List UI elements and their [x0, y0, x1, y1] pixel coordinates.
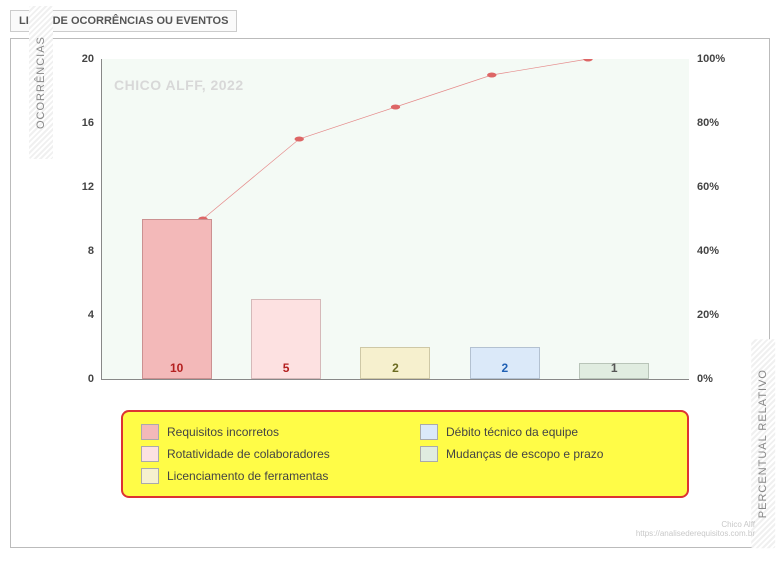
credit-name: Chico Alff: [636, 520, 755, 530]
bar-wrap: 2: [360, 347, 430, 379]
ytick-right: 40%: [689, 245, 719, 257]
legend-item: Rotatividade de colaboradores: [141, 446, 390, 462]
ytick-right: 100%: [689, 53, 725, 65]
legend-item: Débito técnico da equipe: [420, 424, 669, 440]
bar-wrap: 1: [579, 363, 649, 379]
legend-item: Mudanças de escopo e prazo: [420, 446, 669, 462]
ytick-left: 12: [82, 181, 102, 193]
ytick-right: 0%: [689, 373, 713, 385]
plot-area: CHICO ALFF, 2022 105221 0481216200%20%40…: [101, 59, 689, 380]
legend-label: Licenciamento de ferramentas: [167, 469, 328, 483]
legend-label: Mudanças de escopo e prazo: [446, 447, 603, 461]
ytick-left: 16: [82, 117, 102, 129]
ytick-left: 4: [88, 309, 102, 321]
bar-value-label: 5: [283, 361, 290, 375]
bar: [142, 219, 212, 379]
legend-swatch: [141, 424, 159, 440]
legend-swatch: [420, 424, 438, 440]
y-axis-left-label: OCORRÊNCIAS: [29, 6, 53, 159]
y-axis-right-label: PERCENTUAL RELATIVO: [751, 339, 775, 548]
bar-value-label: 10: [170, 361, 183, 375]
ytick-right: 80%: [689, 117, 719, 129]
bar-wrap: 5: [251, 299, 321, 379]
legend: Requisitos incorretos Débito técnico da e…: [121, 410, 689, 498]
legend-swatch: [141, 446, 159, 462]
footer-credit: Chico Alff https://analisederequisitos.c…: [636, 520, 755, 539]
ytick-right: 60%: [689, 181, 719, 193]
ytick-left: 8: [88, 245, 102, 257]
legend-item: Requisitos incorretos: [141, 424, 390, 440]
ytick-left: 20: [82, 53, 102, 65]
legend-label: Requisitos incorretos: [167, 425, 279, 439]
legend-swatch: [420, 446, 438, 462]
bar-wrap: 2: [470, 347, 540, 379]
bar-value-label: 1: [611, 361, 618, 375]
legend-label: Débito técnico da equipe: [446, 425, 578, 439]
bars-container: 10 5 2 2 1: [102, 59, 689, 379]
legend-label: Rotatividade de colaboradores: [167, 447, 330, 461]
chart-frame: OCORRÊNCIAS PERCENTUAL RELATIVO CHICO AL…: [10, 38, 770, 548]
ytick-right: 20%: [689, 309, 719, 321]
legend-swatch: [141, 468, 159, 484]
bar-value-label: 2: [392, 361, 399, 375]
ytick-left: 0: [88, 373, 102, 385]
bar-value-label: 2: [502, 361, 509, 375]
bar-wrap: 10: [142, 219, 212, 379]
credit-url: https://analisederequisitos.com.br: [636, 529, 755, 539]
legend-item: Licenciamento de ferramentas: [141, 468, 390, 484]
